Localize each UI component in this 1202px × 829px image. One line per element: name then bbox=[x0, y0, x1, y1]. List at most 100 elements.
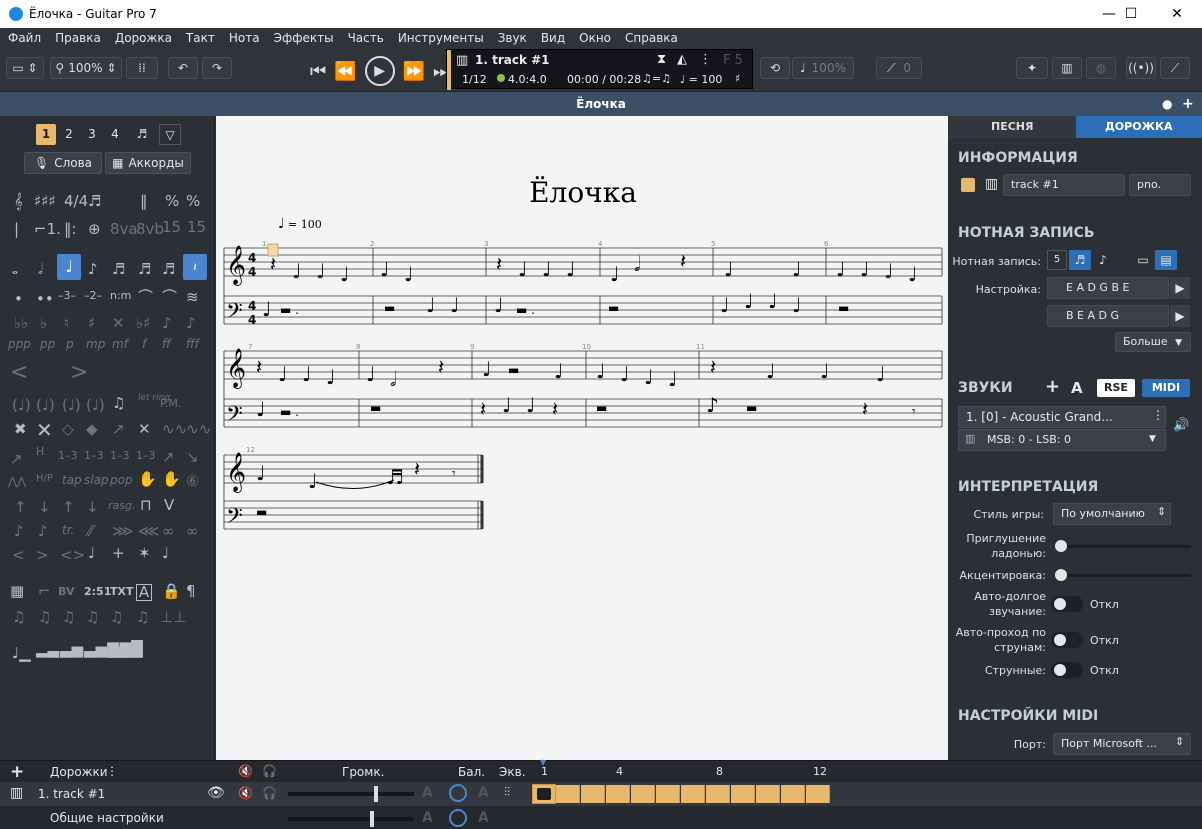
bar-cell[interactable] bbox=[806, 785, 830, 803]
tab-track[interactable]: ДОРОЖКА bbox=[1075, 116, 1202, 138]
voice-3-button[interactable]: 3 bbox=[82, 124, 102, 145]
auto-beam-6-icon[interactable]: ♫ bbox=[136, 610, 149, 625]
track-row[interactable]: ▥ 1. track #1 👁 🔇 🎧 A A ⫶⫶ bbox=[0, 782, 1202, 806]
palm-mute-icon[interactable]: P.M. bbox=[160, 398, 181, 409]
slash-notation-icon[interactable]: ♪ bbox=[1093, 250, 1113, 270]
dynamic-f-icon[interactable]: f bbox=[142, 338, 146, 350]
go-start-icon[interactable]: ⏮ bbox=[310, 61, 326, 82]
mute-all-icon[interactable]: 🔇 bbox=[238, 764, 253, 778]
triplet-feel[interactable]: ♫=♫ bbox=[642, 72, 671, 85]
voice-1-button[interactable]: 1 bbox=[36, 124, 56, 145]
double-flat-icon[interactable]: ♭♭ bbox=[14, 316, 28, 331]
score-view[interactable]: Ёлочка ♩ = 100 𝄞 𝄢 4 4 4 4 1 2 3 4 5 6 𝄽… bbox=[216, 116, 948, 760]
master-row[interactable]: Общие настройки A A bbox=[0, 807, 532, 829]
pilcrow-icon[interactable]: ¶ bbox=[186, 584, 196, 599]
tempo-automation-icon[interactable]: ♯ bbox=[735, 72, 740, 85]
quindicesima-bassa-icon[interactable]: 15 bbox=[187, 220, 206, 235]
tuner-button[interactable]: ((•)) bbox=[1126, 57, 1156, 79]
master-automation-volume-icon[interactable]: A bbox=[422, 810, 433, 826]
bar-cell-selected[interactable] bbox=[532, 784, 556, 804]
chords-button[interactable]: ▦ Аккорды bbox=[105, 152, 191, 174]
ottava-bassa-icon[interactable]: 8vb bbox=[136, 222, 164, 237]
bar-cell[interactable] bbox=[581, 785, 605, 803]
slur-icon[interactable]: ⌒ bbox=[162, 290, 177, 305]
tuplet-1-3b-icon[interactable]: 1–3 bbox=[84, 450, 104, 461]
bar-cell[interactable] bbox=[631, 785, 655, 803]
maximize-button[interactable]: ☐ bbox=[1108, 0, 1154, 28]
dynamic-mp-icon[interactable]: mp bbox=[86, 338, 105, 350]
sharp-icon[interactable]: ♯ bbox=[88, 316, 95, 331]
add-sound-icon[interactable]: + bbox=[1045, 376, 1060, 397]
voice-4-button[interactable]: 4 bbox=[105, 124, 125, 145]
tempo-display[interactable]: ♩ = 100 bbox=[680, 73, 722, 86]
section-icon[interactable]: | bbox=[14, 222, 19, 237]
fretboard-button[interactable]: ⟋ bbox=[1160, 57, 1190, 79]
simile-icon[interactable]: % bbox=[165, 194, 179, 209]
bar-cell[interactable] bbox=[681, 785, 705, 803]
pop-icon[interactable]: pop bbox=[110, 474, 133, 486]
dynamic-fff-icon[interactable]: fff bbox=[186, 338, 199, 350]
close-button[interactable]: ✕ bbox=[1154, 0, 1200, 28]
auto-sustain-toggle[interactable] bbox=[1051, 596, 1083, 612]
menu-bar[interactable]: Такт bbox=[186, 31, 215, 45]
volume-slider[interactable] bbox=[288, 786, 414, 802]
wide-vibrato-icon[interactable]: ∿∿ bbox=[186, 422, 211, 437]
notation-switch-icon[interactable]: ♬ bbox=[132, 124, 152, 145]
trill-icon[interactable]: ↗ bbox=[10, 452, 23, 467]
grace-before-icon[interactable]: ♪ bbox=[14, 524, 24, 539]
menu-window[interactable]: Окно bbox=[579, 31, 611, 45]
menu-track[interactable]: Дорожка bbox=[115, 31, 172, 45]
tremolo-picking-icon[interactable]: ⁄⁄ bbox=[88, 524, 93, 539]
view-mode-button[interactable]: ▭ ⇕ bbox=[6, 57, 44, 79]
crescendo-icon[interactable]: < bbox=[10, 362, 28, 384]
zoom-control[interactable]: ⚲ 100% ⇕ bbox=[50, 57, 122, 79]
trill-tr-icon[interactable]: tr. bbox=[62, 524, 74, 536]
tuplet-1-3-icon[interactable]: 1–3 bbox=[58, 450, 78, 461]
bar-cell[interactable] bbox=[731, 785, 755, 803]
dynamic-mf-icon[interactable]: mf bbox=[112, 338, 128, 350]
phrase-icon[interactable]: ≋ bbox=[186, 290, 199, 305]
bend-dead-icon[interactable]: ✕ bbox=[138, 422, 151, 437]
tremolo-bar-icon[interactable]: ⋀⋀ bbox=[8, 476, 26, 487]
lyrics-button[interactable]: 🎙 Слова bbox=[24, 152, 102, 174]
staccato-icon[interactable]: ♩ bbox=[88, 546, 95, 561]
hourglass-icon[interactable]: ⧗ bbox=[657, 52, 666, 67]
enharmonic-icon[interactable]: ♭♯ bbox=[136, 316, 150, 331]
velocity-2-icon[interactable]: ▂▃ bbox=[36, 642, 59, 657]
tuplet-1-3d-icon[interactable]: 1–3 bbox=[136, 450, 156, 461]
marcato-icon[interactable]: <> bbox=[60, 548, 85, 563]
triplet-icon[interactable]: ♬ bbox=[88, 194, 101, 209]
fade-in-icon[interactable]: ⋙ bbox=[112, 524, 133, 539]
dropdown-icon[interactable]: ▽ bbox=[159, 124, 181, 145]
tap-icon[interactable]: tap bbox=[62, 474, 82, 486]
staccatissimo-icon[interactable]: ✶ bbox=[138, 546, 151, 561]
bar-cell[interactable] bbox=[781, 785, 805, 803]
slide-down-icon[interactable]: ↘ bbox=[186, 450, 199, 465]
more-button[interactable]: Больше ▼ bbox=[1115, 332, 1191, 352]
text-icon[interactable]: TXT bbox=[110, 586, 134, 597]
add-track-button[interactable]: + bbox=[10, 762, 24, 782]
volume-swell-icon[interactable]: ∞ bbox=[162, 524, 175, 539]
coda-icon[interactable]: ⊕ bbox=[88, 222, 101, 237]
lock-icon[interactable]: 🔒 bbox=[162, 584, 181, 599]
menu-file[interactable]: Файл bbox=[8, 31, 41, 45]
redo-button[interactable]: ↷ bbox=[202, 57, 232, 79]
automation-balance-icon[interactable]: A bbox=[478, 785, 489, 801]
auto-beam-2-icon[interactable]: ♫ bbox=[38, 610, 51, 625]
multi-view-button[interactable]: ⁞⁞ bbox=[126, 57, 158, 79]
rse-button[interactable]: RSE bbox=[1097, 379, 1135, 397]
bar-cell[interactable] bbox=[556, 785, 580, 803]
menu-sound[interactable]: Звук bbox=[498, 31, 527, 45]
clef-icon[interactable]: 𝄞 bbox=[14, 194, 23, 209]
dynamic-ppp-icon[interactable]: ppp bbox=[8, 338, 31, 350]
automation-a-button[interactable]: A bbox=[1071, 379, 1083, 397]
harmonic-icon[interactable]: ◇ bbox=[62, 422, 74, 437]
solo-icon[interactable]: 🎧 bbox=[262, 786, 277, 800]
tab-song[interactable]: ПЕСНЯ bbox=[949, 116, 1076, 138]
speaker-icon[interactable]: 🔊 bbox=[1173, 418, 1189, 433]
arpeggio-up-icon[interactable]: ↑ bbox=[62, 500, 75, 515]
more-options-icon[interactable]: ⋮ bbox=[1152, 408, 1164, 422]
wah-icon[interactable]: ∞ bbox=[186, 524, 199, 539]
fast-forward-icon[interactable]: ⏩ bbox=[403, 61, 425, 82]
repeat-open-icon[interactable]: ‖: bbox=[64, 222, 77, 237]
